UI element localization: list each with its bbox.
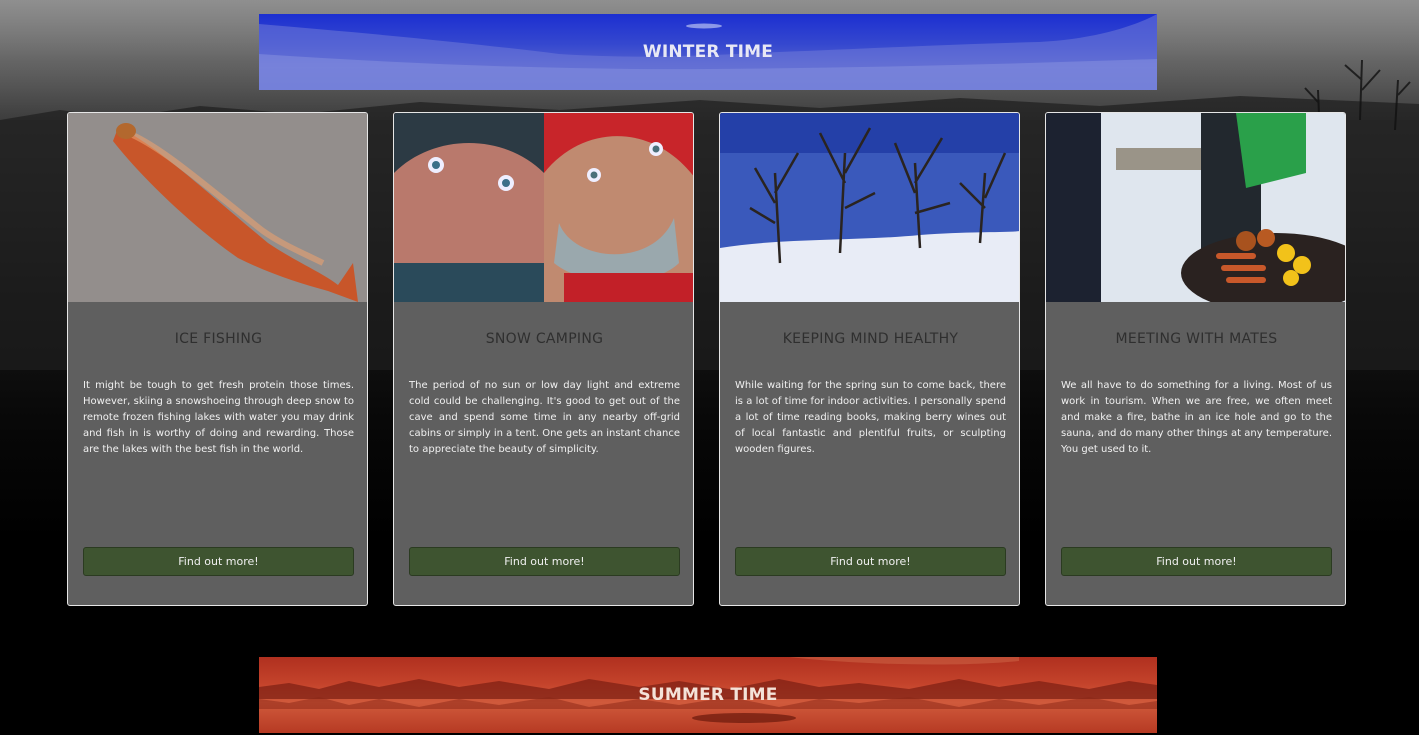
card-text: While waiting for the spring sun to come… — [735, 380, 1006, 455]
card-snow-camping: SNOW CAMPING The period of no sun or low… — [393, 112, 694, 606]
winter-time-banner: WINTER TIME — [259, 14, 1157, 90]
ice-fishing-image — [68, 113, 367, 302]
card-keeping-mind-healthy: KEEPING MIND HEALTHY While waiting for t… — [719, 112, 1020, 606]
card-text: It might be tough to get fresh protein t… — [83, 380, 354, 455]
card-title: ICE FISHING — [174, 331, 263, 347]
find-out-more-button[interactable]: Find out more! — [735, 547, 1006, 576]
find-out-more-button[interactable]: Find out more! — [409, 547, 680, 576]
card-text: We all have to do something for a living… — [1061, 380, 1332, 455]
barbecue-image — [1046, 113, 1345, 302]
winter-time-title: WINTER TIME — [642, 42, 774, 62]
find-out-more-button[interactable]: Find out more! — [83, 547, 354, 576]
card-title: MEETING WITH MATES — [1115, 331, 1278, 347]
summer-time-title: SUMMER TIME — [638, 685, 778, 705]
card-meeting-with-mates: MEETING WITH MATES We all have to do som… — [1045, 112, 1346, 606]
find-out-more-button[interactable]: Find out more! — [1061, 547, 1332, 576]
card-text: The period of no sun or low day light an… — [409, 380, 680, 455]
snow-camping-image — [394, 113, 693, 302]
snowy-trees-image — [720, 113, 1019, 302]
card-title: KEEPING MIND HEALTHY — [782, 331, 959, 347]
summer-time-banner: SUMMER TIME — [259, 657, 1157, 733]
card-title: SNOW CAMPING — [485, 331, 604, 347]
card-ice-fishing: ICE FISHING It might be tough to get fre… — [67, 112, 368, 606]
